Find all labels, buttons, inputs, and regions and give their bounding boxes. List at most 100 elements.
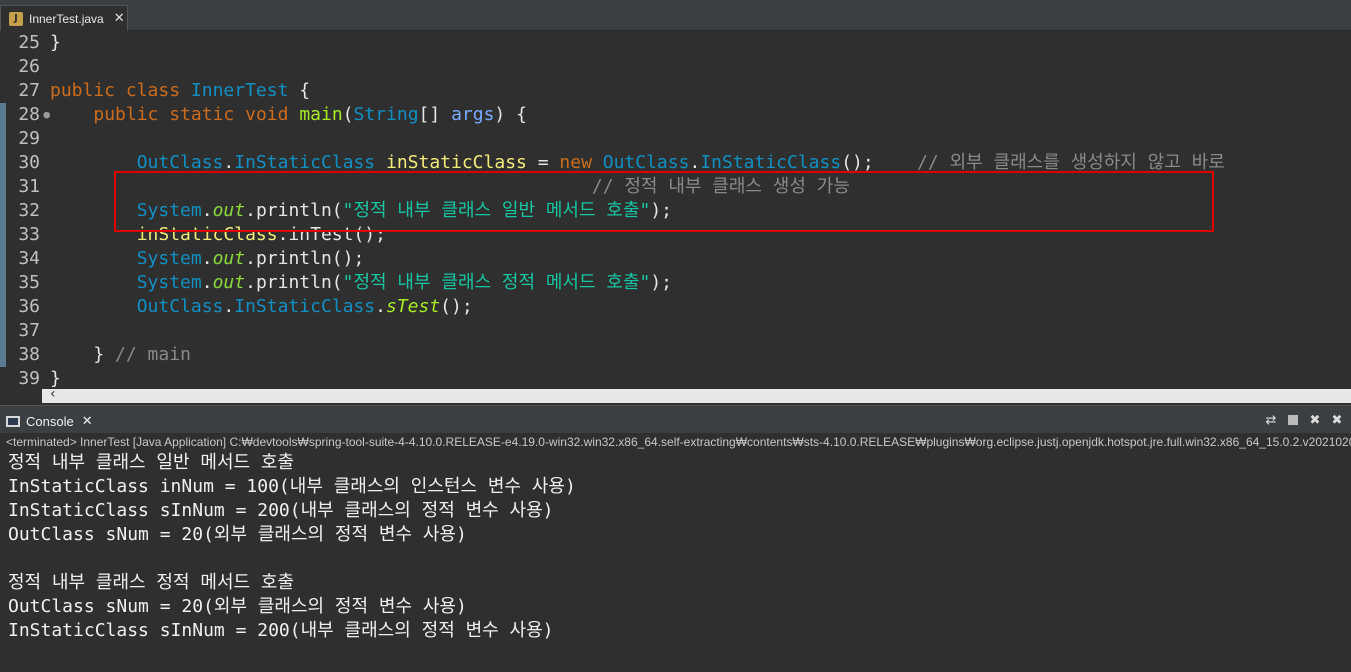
code-area[interactable]: } public class InnerTest { public static… [50,31,1225,391]
java-file-icon: J [9,11,23,26]
type-name: OutClass [136,296,224,317]
method-call: println( [255,272,343,293]
method-name: main [299,104,343,125]
console-status-line: <terminated> InnerTest [Java Application… [6,435,1351,449]
line-number-gutter: 25 26 27 28 ● 29 30 31 32 33 34 35 36 37 … [6,31,50,391]
type-name: OutClass [602,152,690,173]
type-name: InStaticClass [234,296,376,317]
console-output[interactable]: 정적 내부 클래스 일반 메서드 호출 InStaticClass inNum … [8,451,576,643]
line-number: 33 [18,224,40,245]
horizontal-scrollbar[interactable]: ‹ [42,386,1351,403]
line-number: 39 [18,368,40,389]
keyword: static [169,104,235,125]
brace: { [288,80,311,101]
code-line: System.out.println("정적 내부 클래스 일반 메서드 호출"… [136,200,673,221]
keyword: public [50,80,116,101]
class-name: InnerTest [190,80,289,101]
type-name: InStaticClass [234,152,376,173]
variable-name: inStaticClass [385,152,527,173]
code-punct: (); [440,296,473,317]
code-line: // 정적 내부 클래스 생성 가능 [50,175,1225,199]
static-field: out [212,200,246,221]
static-field: out [212,248,246,269]
override-marker-icon[interactable]: ● [43,103,50,127]
code-line: inStaticClass.inTest(); [50,223,1225,247]
line-number: 25 [18,32,40,53]
code-comment: // 정적 내부 클래스 생성 가능 [591,176,850,197]
keyword: void [245,104,289,125]
line-number: 36 [18,296,40,317]
remove-all-icon[interactable]: ✖ [1329,412,1345,428]
code-editor[interactable]: 25 26 27 28 ● 29 30 31 32 33 34 35 36 37 … [0,31,1351,389]
type-name: InStaticClass [700,152,842,173]
console-line: InStaticClass inNum = 100(내부 클래스의 인스턴스 변… [8,476,576,497]
relaunch-icon[interactable]: ⇄ [1263,412,1279,428]
console-line: 정적 내부 클래스 일반 메서드 호출 [8,452,295,473]
code-line: } [50,31,1225,55]
console-line: OutClass sNum = 20(외부 클래스의 정적 변수 사용) [8,524,467,545]
console-tab-bar: Console ✕ ⇄ ✖ ✖ [0,405,1351,433]
line-number: 30 [18,152,40,173]
line-number: 27 [18,80,40,101]
code-comment: // main [115,344,191,365]
editor-tab-label: InnerTest.java [29,11,104,26]
close-icon[interactable]: ✕ [114,11,125,26]
console-icon [6,415,20,427]
keyword: public [93,104,159,125]
code-line: System.out.println(); [136,248,365,269]
string-literal: "정적 내부 클래스 일반 메서드 호출" [342,200,651,221]
line-number: 28 ● [18,104,50,125]
console-line: InStaticClass sInNum = 200(내부 클래스의 정적 변수… [8,620,554,641]
type-name: String [353,104,419,125]
remove-launch-icon[interactable]: ✖ [1307,412,1323,428]
close-icon[interactable]: ✕ [82,414,93,429]
console-line: 정적 내부 클래스 정적 메서드 호출 [8,572,295,593]
line-number: 31 [18,176,40,197]
method-call: println( [255,200,343,221]
method-call: .inTest(); [277,224,386,245]
console-line: OutClass sNum = 20(외부 클래스의 정적 변수 사용) [8,596,467,617]
param-name: args [451,104,495,125]
editor-tab-innertest[interactable]: J InnerTest.java ✕ [0,5,128,31]
code-punct: = [526,152,560,173]
code-line: System.out.println("정적 내부 클래스 정적 메서드 호출"… [136,272,673,293]
array-bracket: [] [418,104,452,125]
code-line: public class InnerTest { [50,79,1225,103]
console-toolbar: ⇄ ✖ ✖ [1263,412,1345,428]
code-line: } [50,367,1225,391]
keyword: class [125,80,181,101]
console-tab-label: Console [26,413,74,429]
code-line: public static void main(String[] args) { [93,104,527,125]
line-number: 37 [18,320,40,341]
code-punct: ); [650,272,673,293]
type-name: OutClass [136,152,224,173]
method-call: println(); [255,248,365,269]
closing-brace: } [50,32,61,53]
code-punct: ) { [494,104,527,125]
static-field: out [212,272,246,293]
line-number: 26 [18,56,40,77]
variable-name: inStaticClass [136,224,278,245]
line-number: 34 [18,248,40,269]
editor-tab-bar: J InnerTest.java ✕ [0,0,1351,31]
code-comment: // 외부 클래스를 생성하지 않고 바로 [917,152,1225,173]
code-punct: (); [841,152,874,173]
type-name: System [136,248,202,269]
scroll-left-icon[interactable]: ‹ [50,386,56,402]
line-number: 32 [18,200,40,221]
code-line: OutClass.InStaticClass.sTest(); [136,296,473,317]
code-punct: ); [650,200,673,221]
static-method-call: sTest [385,296,441,317]
terminate-icon[interactable] [1285,412,1301,428]
line-number: 29 [18,128,40,149]
string-literal: "정적 내부 클래스 정적 메서드 호출" [342,272,651,293]
console-tab[interactable]: Console ✕ [6,410,93,432]
line-number: 38 [18,344,40,365]
keyword: new [559,152,592,173]
code-line: OutClass.InStaticClass inStaticClass = n… [136,152,1225,173]
code-line: } // main [50,343,1225,367]
